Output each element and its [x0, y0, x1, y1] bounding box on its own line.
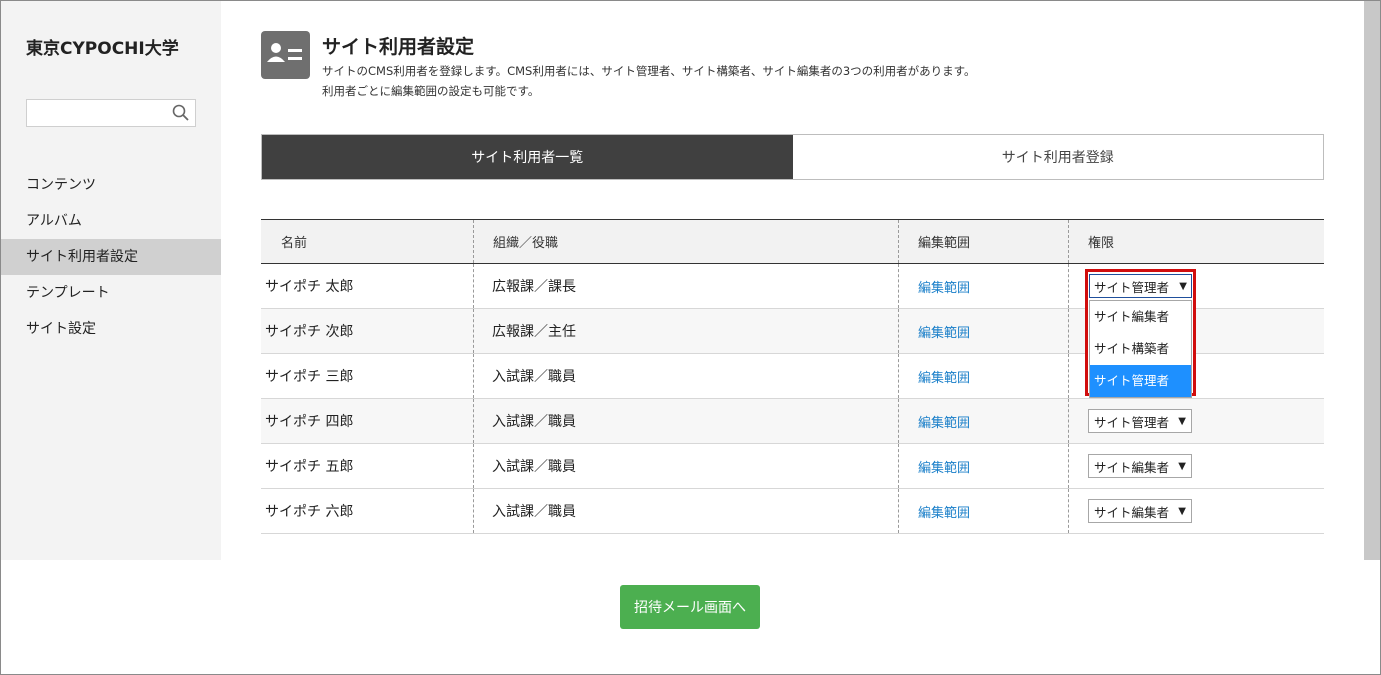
user-name: サイポチ 太郎	[261, 264, 474, 308]
edit-scope-link[interactable]: 編集範囲	[918, 457, 970, 476]
table-header-row: 名前 組織／役職 編集範囲 権限	[261, 220, 1324, 264]
user-org: 広報課／課長	[474, 264, 899, 308]
user-name: サイポチ 三郎	[261, 354, 474, 398]
sidebar-item-template[interactable]: テンプレート	[1, 275, 221, 311]
chevron-down-icon: ▼	[1179, 280, 1187, 292]
table-row: サイポチ 四郎 入試課／職員 編集範囲 サイト管理者 ▼	[261, 399, 1324, 444]
user-name: サイポチ 五郎	[261, 444, 474, 488]
user-name: サイポチ 次郎	[261, 309, 474, 353]
role-select-value: サイト管理者	[1094, 414, 1170, 430]
brand-title: 東京CYPOCHI大学	[26, 39, 179, 59]
user-org: 広報課／主任	[474, 309, 899, 353]
role-select[interactable]: サイト編集者 ▼	[1088, 499, 1192, 523]
edit-scope-link[interactable]: 編集範囲	[918, 322, 970, 341]
role-select-value: サイト管理者	[1094, 279, 1170, 295]
sidebar-item-site-settings[interactable]: サイト設定	[1, 311, 221, 347]
page-description: サイトのCMS利用者を登録します。CMS利用者には、サイト管理者、サイト構築者、…	[322, 61, 976, 101]
page-description-line1: サイトのCMS利用者を登録します。CMS利用者には、サイト管理者、サイト構築者、…	[322, 64, 976, 78]
edit-scope-link[interactable]: 編集範囲	[918, 367, 970, 386]
scrollbar[interactable]	[1364, 1, 1380, 560]
tab-user-register[interactable]: サイト利用者登録	[792, 135, 1323, 179]
invite-mail-button[interactable]: 招待メール画面へ	[620, 585, 760, 629]
role-select-value: サイト編集者	[1094, 459, 1170, 475]
header-org: 組織／役職	[474, 220, 899, 263]
page-title: サイト利用者設定	[322, 36, 475, 58]
role-option-builder[interactable]: サイト構築者	[1090, 333, 1191, 365]
table-row: サイポチ 五郎 入試課／職員 編集範囲 サイト編集者 ▼	[261, 444, 1324, 489]
tab-bar: サイト利用者一覧 サイト利用者登録	[261, 134, 1324, 180]
header-scope: 編集範囲	[899, 220, 1069, 263]
header-name: 名前	[261, 220, 474, 263]
table-row: サイポチ 六郎 入試課／職員 編集範囲 サイト編集者 ▼	[261, 489, 1324, 534]
user-org: 入試課／職員	[474, 489, 899, 533]
role-select[interactable]: サイト編集者 ▼	[1088, 454, 1192, 478]
page-description-line2: 利用者ごとに編集範囲の設定も可能です。	[322, 84, 540, 98]
role-select-value: サイト編集者	[1094, 504, 1170, 520]
edit-scope-link[interactable]: 編集範囲	[918, 412, 970, 431]
user-org: 入試課／職員	[474, 399, 899, 443]
user-name: サイポチ 六郎	[261, 489, 474, 533]
sidebar-item-site-users[interactable]: サイト利用者設定	[1, 239, 221, 275]
header-role: 権限	[1088, 236, 1115, 251]
user-name: サイポチ 四郎	[261, 399, 474, 443]
user-org: 入試課／職員	[474, 354, 899, 398]
user-org: 入試課／職員	[474, 444, 899, 488]
tab-user-list[interactable]: サイト利用者一覧	[262, 135, 793, 179]
sidebar: 東京CYPOCHI大学 コンテンツ アルバム サイト利用者設定 テンプレート サ…	[1, 1, 221, 560]
role-select-open[interactable]: サイト管理者 ▼	[1089, 274, 1192, 298]
search-icon[interactable]	[172, 104, 190, 122]
role-option-editor[interactable]: サイト編集者	[1090, 301, 1191, 333]
sidebar-item-contents[interactable]: コンテンツ	[1, 167, 221, 203]
edit-scope-link[interactable]: 編集範囲	[918, 277, 970, 296]
chevron-down-icon: ▼	[1178, 505, 1186, 517]
role-dropdown-highlight: サイト管理者 ▼ サイト編集者 サイト構築者 サイト管理者	[1085, 269, 1196, 398]
user-card-icon	[261, 31, 310, 79]
chevron-down-icon: ▼	[1178, 415, 1186, 427]
chevron-down-icon: ▼	[1178, 460, 1186, 472]
role-option-admin[interactable]: サイト管理者	[1090, 365, 1191, 397]
sidebar-nav: コンテンツ アルバム サイト利用者設定 テンプレート サイト設定	[1, 167, 221, 347]
sidebar-item-album[interactable]: アルバム	[1, 203, 221, 239]
role-select[interactable]: サイト管理者 ▼	[1088, 409, 1192, 433]
edit-scope-link[interactable]: 編集範囲	[918, 502, 970, 521]
role-options-list: サイト編集者 サイト構築者 サイト管理者	[1089, 300, 1192, 398]
search-input[interactable]	[26, 99, 196, 127]
